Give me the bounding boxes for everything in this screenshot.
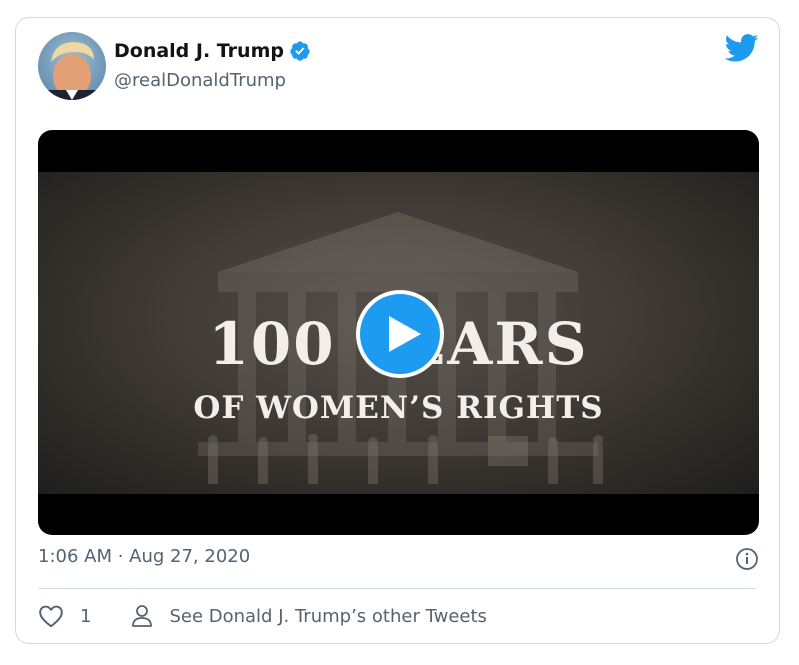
action-bar: 1 See Donald J. Trump’s other Tweets [38,604,487,628]
heart-icon [39,605,63,628]
avatar[interactable] [38,32,106,100]
tweet-card: Donald J. Trump @realDonaldTrump 100 YEA [15,17,780,644]
play-button[interactable] [356,290,444,378]
see-other-tweets-label: See Donald J. Trump’s other Tweets [169,605,487,627]
tweet-timestamp[interactable]: 1:06 AM · Aug 27, 2020 [38,546,250,567]
see-other-tweets-link[interactable]: See Donald J. Trump’s other Tweets [131,604,487,628]
crowd-figures [208,434,603,484]
author-row: Donald J. Trump [114,40,311,62]
twitter-bird-icon[interactable] [725,34,759,62]
play-icon [389,316,421,352]
author-handle[interactable]: @realDonaldTrump [114,70,286,91]
person-icon [132,605,153,627]
video-media[interactable]: 100 YEARS OF WOMEN’S RIGHTS [38,130,759,535]
author-name[interactable]: Donald J. Trump [114,40,284,62]
like-count: 1 [80,605,92,627]
video-title-line2: OF WOMEN’S RIGHTS [193,390,604,426]
verified-badge-icon [290,41,310,61]
like-button[interactable]: 1 [38,604,91,628]
info-icon[interactable] [735,547,759,571]
divider [38,588,757,589]
